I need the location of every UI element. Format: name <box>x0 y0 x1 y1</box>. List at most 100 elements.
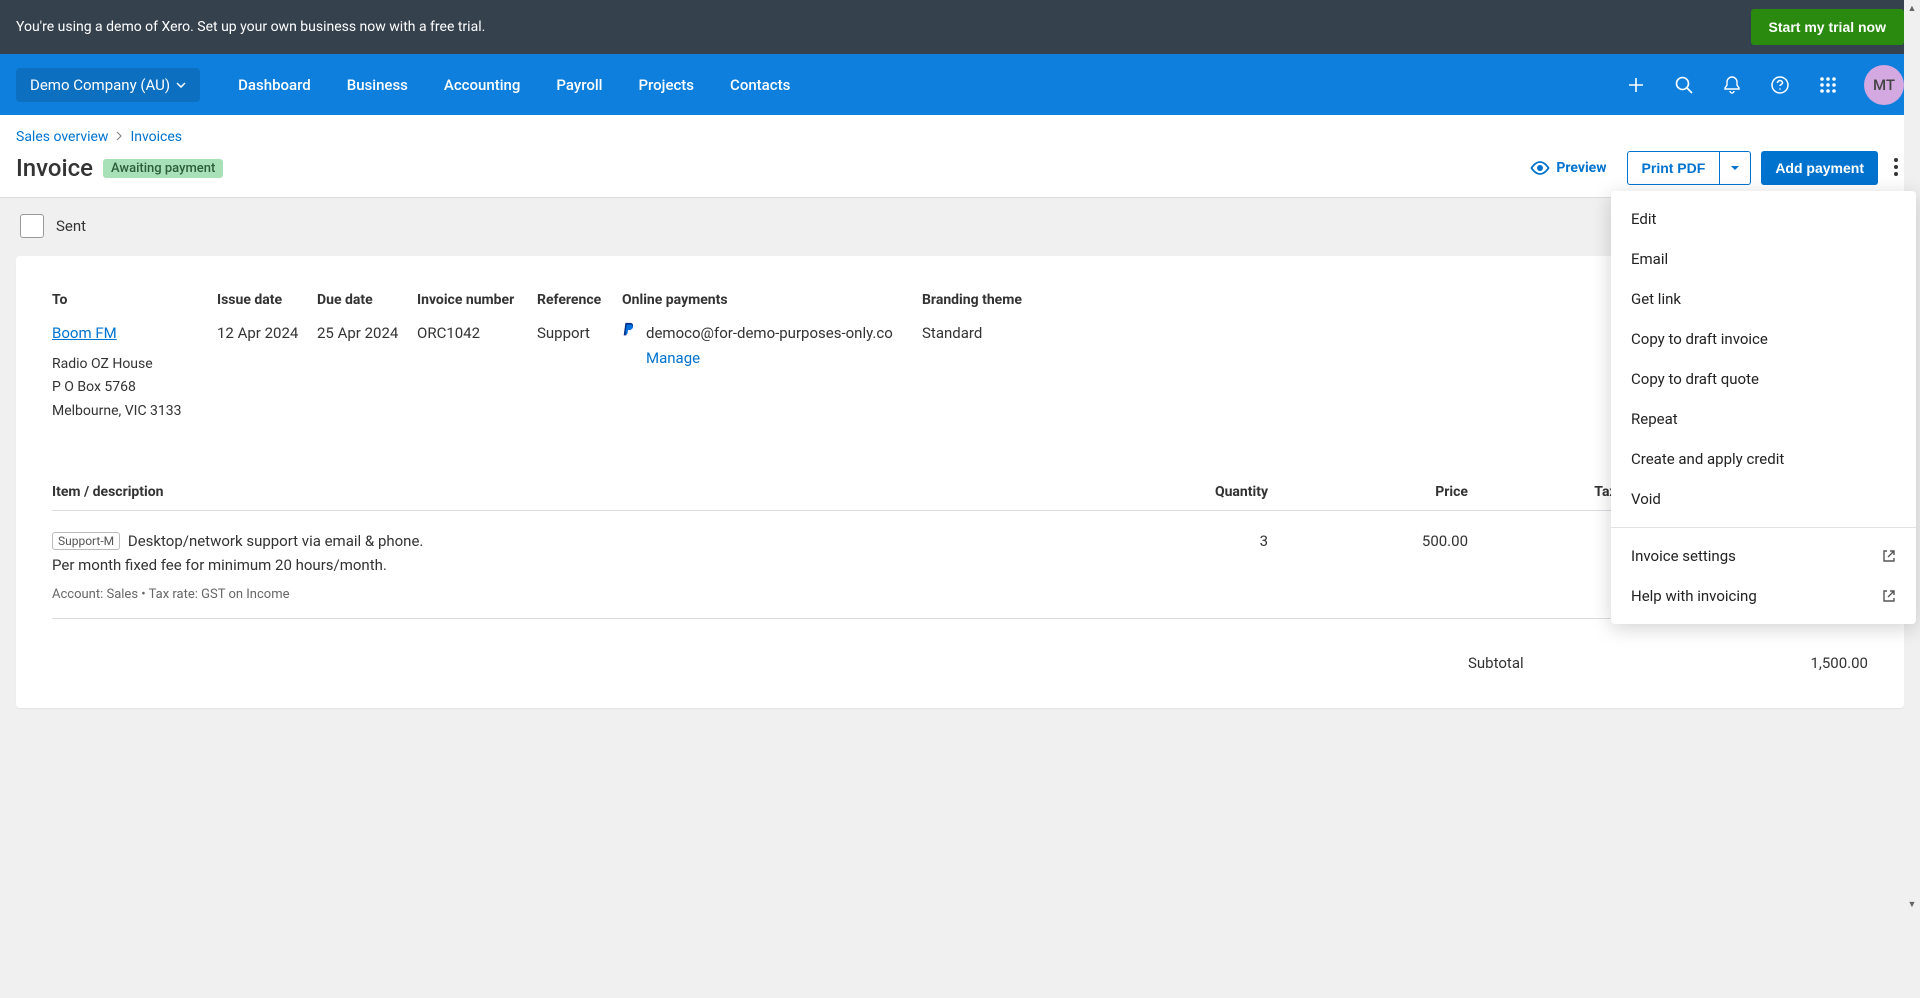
menu-copy-invoice[interactable]: Copy to draft invoice <box>1611 319 1916 359</box>
breadcrumb-sales-overview[interactable]: Sales overview <box>16 129 108 145</box>
menu-help-invoicing[interactable]: Help with invoicing <box>1611 576 1916 616</box>
menu-repeat[interactable]: Repeat <box>1611 399 1916 439</box>
payment-email: democo@for-demo-purposes-only.co <box>646 324 893 342</box>
item-account-tax: Account: Sales • Tax rate: GST on Income <box>52 587 1148 602</box>
nav-icon-group: MT <box>1612 61 1904 109</box>
preview-label: Preview <box>1556 160 1606 176</box>
menu-email-label: Email <box>1631 250 1668 268</box>
to-cell: Boom FM Radio OZ House P O Box 5768 Melb… <box>52 322 217 424</box>
sent-label: Sent <box>56 217 86 235</box>
line-items-table: Item / description Quantity Price Tax am… <box>52 484 1868 619</box>
menu-copy-quote[interactable]: Copy to draft quote <box>1611 359 1916 399</box>
start-trial-button[interactable]: Start my trial now <box>1751 9 1904 45</box>
hdr-amount-due <box>1072 292 1272 322</box>
chevron-down-icon <box>176 82 186 88</box>
menu-invoice-settings[interactable]: Invoice settings <box>1611 536 1916 576</box>
page-header: Sales overview Invoices Invoice Awaiting… <box>0 115 1920 198</box>
menu-void[interactable]: Void <box>1611 479 1916 519</box>
notifications-button[interactable] <box>1708 61 1756 109</box>
search-button[interactable] <box>1660 61 1708 109</box>
print-pdf-group: Print PDF <box>1627 151 1752 185</box>
caret-down-icon <box>1730 165 1740 171</box>
issue-date: 12 Apr 2024 <box>217 322 317 424</box>
line-price: 500.00 <box>1268 529 1468 602</box>
apps-grid-icon <box>1819 76 1837 94</box>
menu-get-link[interactable]: Get link <box>1611 279 1916 319</box>
apps-button[interactable] <box>1804 61 1852 109</box>
menu-void-label: Void <box>1631 490 1661 508</box>
item-desc-1: Desktop/network support via email & phon… <box>128 532 424 550</box>
nav-projects[interactable]: Projects <box>620 54 712 115</box>
manage-link[interactable]: Manage <box>646 347 893 370</box>
title-actions: Preview Print PDF Add payment Edit Email… <box>1520 151 1904 185</box>
title-row: Invoice Awaiting payment Preview Print P… <box>16 151 1904 185</box>
menu-copy-inv-label: Copy to draft invoice <box>1631 330 1768 348</box>
breadcrumb: Sales overview Invoices <box>16 129 1904 145</box>
avatar[interactable]: MT <box>1864 65 1904 105</box>
nav-items: Dashboard Business Accounting Payroll Pr… <box>220 54 808 115</box>
overflow-menu-button[interactable] <box>1888 152 1904 185</box>
branding-theme: Standard <box>922 322 1072 424</box>
eye-icon <box>1530 161 1550 175</box>
nav-business[interactable]: Business <box>329 54 426 115</box>
kebab-icon <box>1894 158 1898 176</box>
subtotal-label: Subtotal <box>1468 654 1668 672</box>
demo-banner: You're using a demo of Xero. Set up your… <box>0 0 1920 54</box>
menu-create-credit[interactable]: Create and apply credit <box>1611 439 1916 479</box>
nav-contacts[interactable]: Contacts <box>712 54 808 115</box>
sent-checkbox[interactable] <box>20 214 44 238</box>
hdr-item-desc: Item / description <box>52 484 1148 500</box>
menu-settings-label: Invoice settings <box>1631 547 1736 565</box>
customer-link[interactable]: Boom FM <box>52 324 117 342</box>
print-pdf-button[interactable]: Print PDF <box>1627 151 1721 185</box>
external-link-icon <box>1882 589 1896 603</box>
online-payments-cell: democo@for-demo-purposes-only.co Manage <box>622 322 922 424</box>
reference: Support <box>537 322 622 424</box>
dropdown-separator <box>1611 527 1916 528</box>
chevron-right-icon <box>116 131 122 141</box>
hdr-branding: Branding theme <box>922 292 1072 322</box>
preview-button[interactable]: Preview <box>1520 160 1616 176</box>
print-pdf-dropdown[interactable] <box>1720 151 1751 185</box>
status-badge: Awaiting payment <box>103 159 223 178</box>
breadcrumb-invoices[interactable]: Invoices <box>130 129 182 145</box>
add-payment-button[interactable]: Add payment <box>1761 151 1878 185</box>
paypal-icon <box>622 322 636 338</box>
menu-help-label: Help with invoicing <box>1631 587 1757 605</box>
plus-icon <box>1628 77 1644 93</box>
totals: Subtotal 1,500.00 <box>52 654 1868 672</box>
help-button[interactable] <box>1756 61 1804 109</box>
scroll-up-arrow[interactable]: ▲ <box>1904 0 1920 16</box>
hdr-online-payments: Online payments <box>622 292 922 322</box>
page-title: Invoice <box>16 154 93 182</box>
item-desc-2: Per month fixed fee for minimum 20 hours… <box>52 553 1148 577</box>
addr-line-1: Radio OZ House <box>52 353 217 377</box>
menu-repeat-label: Repeat <box>1631 410 1678 428</box>
org-name: Demo Company (AU) <box>30 76 170 94</box>
invoice-number: ORC1042 <box>417 322 537 424</box>
invoice-meta: To Issue date Due date Invoice number Re… <box>52 292 1868 424</box>
help-icon <box>1771 76 1789 94</box>
org-switcher[interactable]: Demo Company (AU) <box>16 68 200 102</box>
amount-due-cell <box>1072 322 1272 424</box>
menu-credit-label: Create and apply credit <box>1631 450 1784 468</box>
hdr-reference: Reference <box>537 292 622 322</box>
menu-email[interactable]: Email <box>1611 239 1916 279</box>
hdr-to: To <box>52 292 217 322</box>
menu-getlink-label: Get link <box>1631 290 1681 308</box>
overflow-dropdown: Edit Email Get link Copy to draft invoic… <box>1611 191 1916 624</box>
hdr-due: Due date <box>317 292 417 322</box>
addr-line-3: Melbourne, VIC 3133 <box>52 400 217 424</box>
address: Radio OZ House P O Box 5768 Melbourne, V… <box>52 353 217 424</box>
item-tag: Support-M <box>52 532 120 550</box>
nav-payroll[interactable]: Payroll <box>538 54 620 115</box>
menu-copy-quote-label: Copy to draft quote <box>1631 370 1759 388</box>
hdr-quantity: Quantity <box>1148 484 1268 500</box>
scroll-down-arrow[interactable]: ▼ <box>1904 896 1920 912</box>
nav-dashboard[interactable]: Dashboard <box>220 54 329 115</box>
add-button[interactable] <box>1612 61 1660 109</box>
nav-accounting[interactable]: Accounting <box>426 54 538 115</box>
line-item-row: Support-M Desktop/network support via em… <box>52 511 1868 619</box>
menu-edit[interactable]: Edit <box>1611 199 1916 239</box>
subtotal-value: 1,500.00 <box>1668 654 1868 672</box>
